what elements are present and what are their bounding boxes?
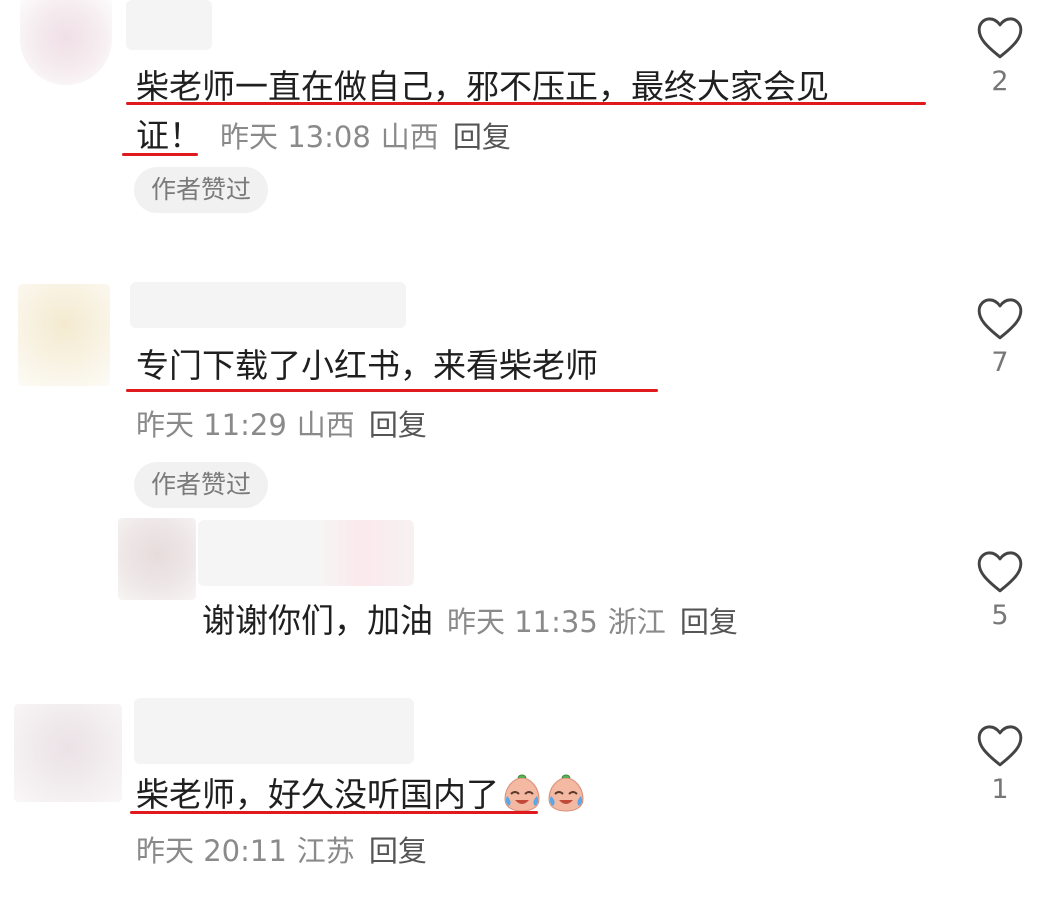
reply-button[interactable]: 回复 [680,605,738,639]
username-blurred[interactable] [126,0,212,50]
comment-location: 江苏 [296,834,355,868]
comment-meta: 昨天 11:29 山西 回复 [136,402,427,444]
comment-text: 专门下载了小红书，来看柴老师 [136,346,598,385]
like-button[interactable]: 1 [972,722,1028,805]
like-button[interactable]: 7 [972,295,1028,378]
comment-time: 昨天 11:29 [136,408,287,442]
red-underline [126,389,658,392]
username-blurred[interactable] [198,520,414,586]
crying-laughing-emoji [545,772,587,826]
username-blurred[interactable] [130,282,406,328]
heart-outline-icon [977,298,1023,340]
reply-button[interactable]: 回复 [453,120,511,154]
like-button[interactable]: 5 [972,548,1028,631]
username-blurred[interactable] [134,698,414,764]
comment-time: 昨天 20:11 [136,834,287,868]
avatar[interactable] [14,704,122,802]
heart-outline-icon [977,725,1023,767]
like-count: 5 [991,600,1009,631]
red-underline [126,102,926,105]
reply-button[interactable]: 回复 [369,834,427,868]
comment-location: 浙江 [607,605,666,639]
like-count: 1 [991,774,1009,805]
comment-location: 山西 [380,120,439,154]
avatar[interactable] [118,518,196,600]
author-liked-badge: 作者赞过 [134,167,269,213]
like-count: 7 [991,347,1009,378]
comment-time: 昨天 13:08 [220,120,371,154]
avatar[interactable] [20,0,112,85]
red-underline [130,811,538,814]
comment-meta: 昨天 20:11 江苏 回复 [136,828,427,870]
like-button[interactable]: 2 [972,14,1028,97]
red-underline [122,153,198,156]
crying-laughing-emoji [501,772,543,826]
comment-text: 谢谢你们，加油 昨天 11:35 浙江 回复 [202,601,738,640]
author-liked-badge: 作者赞过 [134,462,269,508]
heart-outline-icon [977,551,1023,593]
comment-text: 柴老师，好久没听国内了 [136,772,587,826]
reply-button[interactable]: 回复 [369,408,427,442]
like-count: 2 [991,66,1009,97]
comment-time: 昨天 11:35 [447,605,598,639]
comment-location: 山西 [296,408,355,442]
avatar[interactable] [18,284,110,386]
heart-outline-icon [977,17,1023,59]
